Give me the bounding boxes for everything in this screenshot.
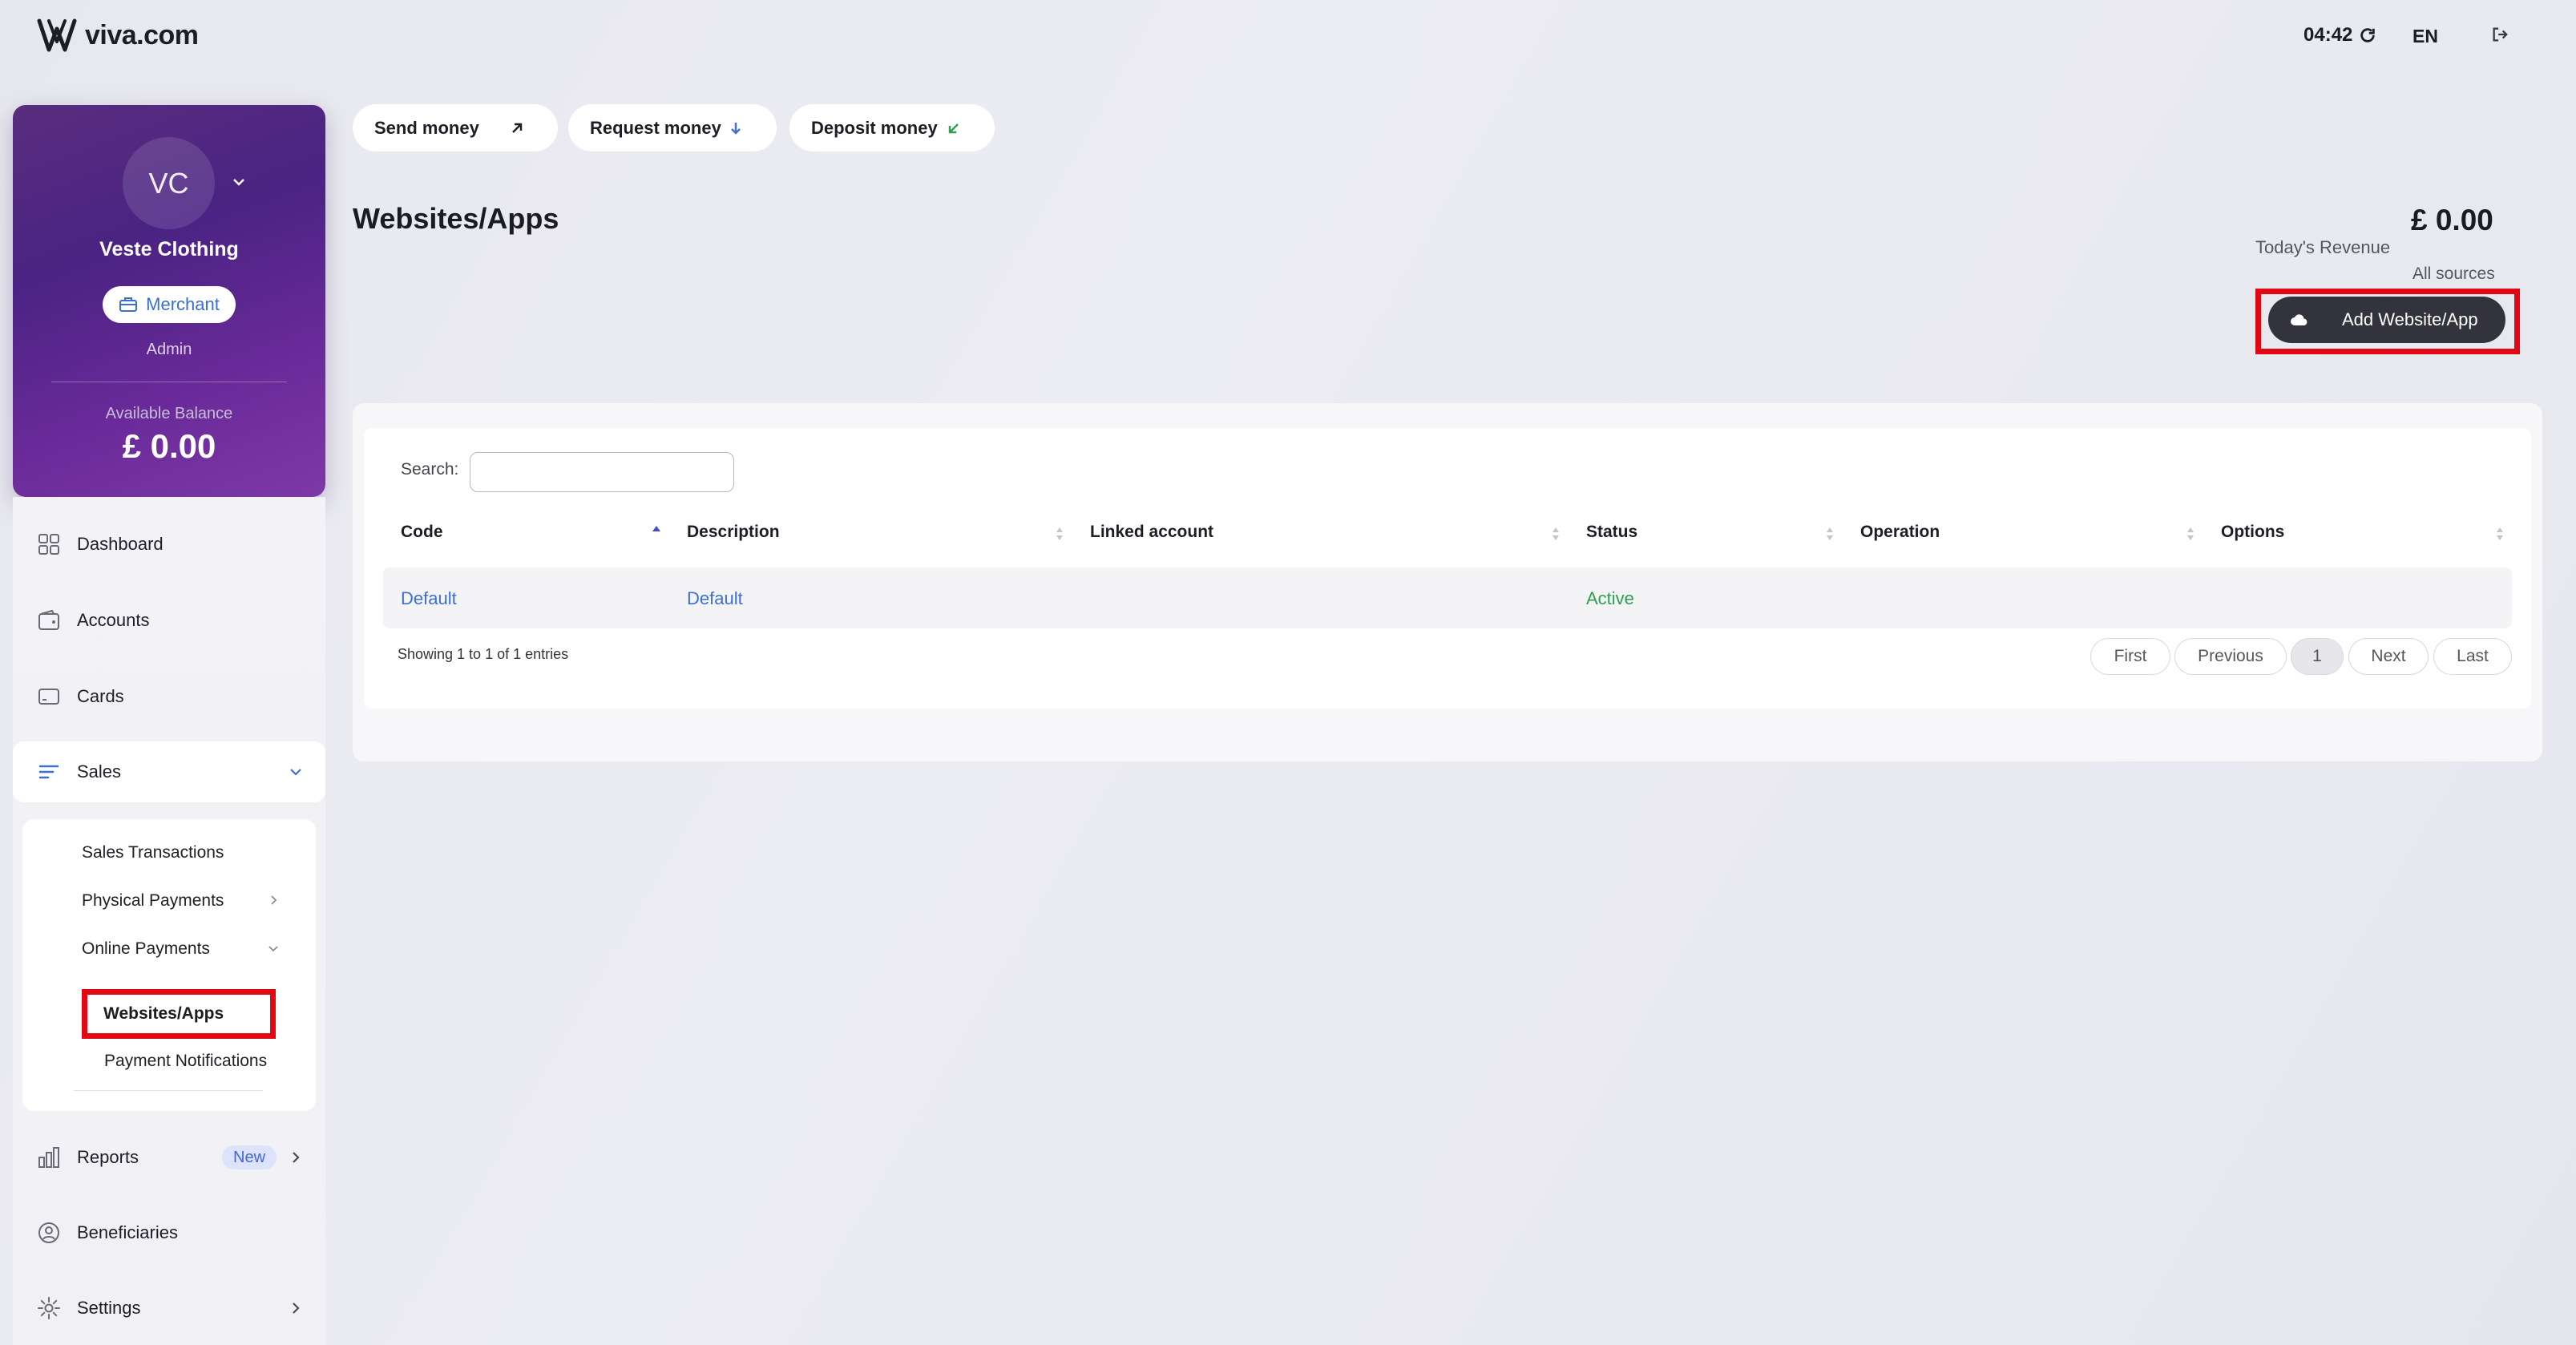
column-header-description[interactable]: Description <box>687 523 780 542</box>
sidebar-item-label: Sales <box>77 761 122 782</box>
sidebar-item-label: Reports <box>77 1147 139 1167</box>
user-circle-icon <box>38 1222 59 1243</box>
add-website-app-button[interactable]: Add Website/App <box>2268 297 2505 343</box>
request-money-label: Request money <box>590 117 721 138</box>
session-timer[interactable]: 04:42 <box>2303 24 2376 46</box>
send-money-button[interactable]: Send money <box>353 104 558 151</box>
sidebar-item-label: Accounts <box>77 610 150 630</box>
add-website-app-label: Add Website/App <box>2342 309 2478 329</box>
column-header-linked-account[interactable]: Linked account <box>1090 523 1213 542</box>
pagination-last[interactable]: Last <box>2433 638 2512 675</box>
pagination-page-1[interactable]: 1 <box>2291 638 2344 675</box>
deposit-money-label: Deposit money <box>811 117 938 138</box>
chevron-right-icon <box>293 1303 300 1314</box>
column-header-status[interactable]: Status <box>1586 523 1637 542</box>
revenue-sources-selector[interactable]: All sources <box>2412 265 2495 284</box>
revenue-value: £ 0.00 <box>2411 204 2493 236</box>
search-input[interactable] <box>470 452 734 492</box>
sidebar-item-label: Settings <box>77 1298 141 1318</box>
profile-card: VC Veste Clothing Merchant Admin Availab… <box>13 105 325 497</box>
brand-name: viva.com <box>85 19 199 50</box>
account-type-label: Merchant <box>146 294 220 314</box>
arrow-up-right-icon <box>512 123 523 133</box>
dashboard-icon <box>38 534 59 555</box>
page-title: Websites/Apps <box>353 202 559 235</box>
sidebar-item-reports[interactable]: Reports New <box>13 1127 325 1188</box>
sort-asc-icon[interactable] <box>652 524 661 543</box>
submenu-websites-apps[interactable]: Websites/Apps <box>82 989 276 1039</box>
sidebar-item-beneficiaries[interactable]: Beneficiaries <box>13 1202 325 1263</box>
brand-logo[interactable]: viva.com <box>37 18 199 53</box>
sidebar-item-dashboard[interactable]: Dashboard <box>13 514 325 575</box>
column-header-options[interactable]: Options <box>2221 523 2284 542</box>
chevron-right-icon <box>271 895 277 905</box>
send-money-label: Send money <box>374 117 479 138</box>
balance-value: £ 0.00 <box>122 427 216 465</box>
briefcase-icon <box>119 297 138 312</box>
avatar[interactable]: VC <box>123 137 215 229</box>
new-badge: New <box>222 1145 277 1169</box>
account-type-badge[interactable]: Merchant <box>103 286 236 323</box>
wallet-icon <box>38 609 59 630</box>
cell-code[interactable]: Default <box>401 588 457 609</box>
submenu-sales-transactions[interactable]: Sales Transactions <box>82 843 224 862</box>
balance-label: Available Balance <box>105 405 233 422</box>
top-bar: viva.com 04:42 EN <box>0 0 2576 74</box>
pagination-next[interactable]: Next <box>2348 638 2429 675</box>
column-header-operation[interactable]: Operation <box>1860 523 1940 542</box>
sort-icon[interactable] <box>1551 524 1561 543</box>
search-label: Search: <box>401 460 459 479</box>
viva-logo-icon <box>37 18 77 52</box>
user-role: Admin <box>146 341 192 358</box>
column-header-code[interactable]: Code <box>401 523 443 542</box>
chevron-down-icon[interactable] <box>231 174 247 190</box>
card-icon <box>38 689 59 705</box>
chevron-down-icon <box>290 769 301 776</box>
cell-status: Active <box>1586 588 1634 608</box>
language-selector[interactable]: EN <box>2412 26 2438 47</box>
company-name: Veste Clothing <box>99 238 239 261</box>
gear-icon <box>38 1297 60 1319</box>
sidebar-item-cards[interactable]: Cards <box>13 666 325 727</box>
pagination-first[interactable]: First <box>2090 638 2170 675</box>
submenu-divider <box>74 1090 263 1091</box>
cloud-icon <box>2291 314 2307 325</box>
sort-icon[interactable] <box>2186 524 2195 543</box>
submenu-payment-notifications[interactable]: Payment Notifications <box>104 1052 267 1071</box>
sidebar-item-settings[interactable]: Settings <box>13 1278 325 1339</box>
sidebar-item-label: Dashboard <box>77 534 164 554</box>
chevron-down-icon <box>269 946 278 952</box>
refresh-icon[interactable] <box>2359 26 2376 44</box>
arrow-down-left-icon <box>948 123 959 133</box>
revenue-label: Today's Revenue <box>2255 237 2391 257</box>
sort-icon[interactable] <box>2495 524 2505 543</box>
sidebar-item-accounts[interactable]: Accounts <box>13 590 325 651</box>
chevron-right-icon <box>293 1152 300 1163</box>
table-info: Showing 1 to 1 of 1 entries <box>398 646 569 662</box>
sort-icon[interactable] <box>1825 524 1835 543</box>
cell-description[interactable]: Default <box>687 588 743 609</box>
sidebar-item-label: Cards <box>77 686 124 706</box>
sales-icon <box>38 765 59 779</box>
submenu-physical-payments[interactable]: Physical Payments <box>82 891 224 911</box>
sidebar-item-label: Beneficiaries <box>77 1222 178 1242</box>
session-time: 04:42 <box>2303 24 2353 46</box>
arrow-down-icon <box>731 122 741 135</box>
pagination-previous[interactable]: Previous <box>2174 638 2287 675</box>
deposit-money-button[interactable]: Deposit money <box>789 104 995 151</box>
submenu-online-payments[interactable]: Online Payments <box>82 939 210 959</box>
logout-icon[interactable] <box>2491 26 2509 43</box>
bar-chart-icon <box>38 1147 59 1168</box>
request-money-button[interactable]: Request money <box>568 104 777 151</box>
sidebar-item-sales[interactable]: Sales <box>13 741 325 802</box>
sort-icon[interactable] <box>1055 524 1064 543</box>
